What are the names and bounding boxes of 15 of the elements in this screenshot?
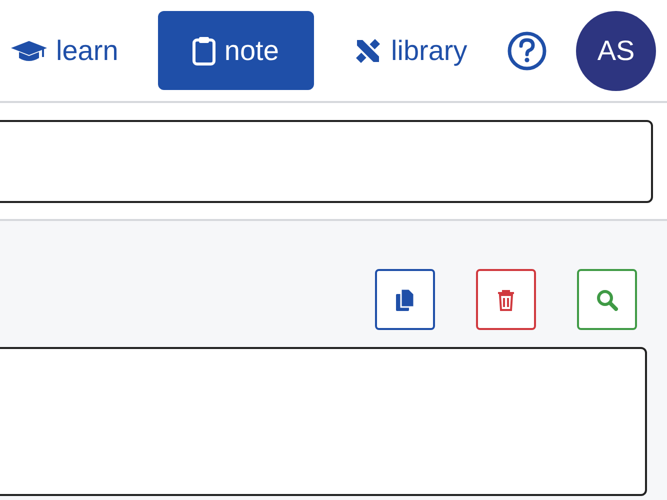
- user-avatar[interactable]: AS: [576, 10, 656, 90]
- copy-icon: [395, 288, 415, 312]
- text-area[interactable]: [0, 347, 647, 496]
- help-icon[interactable]: [506, 30, 547, 70]
- nav-tab[interactable]: library: [343, 11, 478, 90]
- trash-icon: [497, 288, 515, 310]
- search-icon: [596, 288, 618, 310]
- delete-button[interactable]: [476, 269, 536, 330]
- input-field[interactable]: [0, 120, 653, 203]
- copy-button[interactable]: [375, 269, 435, 330]
- nav-tab[interactable]: note: [158, 11, 314, 90]
- clipboard-icon: [192, 36, 216, 66]
- nav-tab[interactable]: learn: [0, 11, 128, 90]
- graduation-cap-icon: [10, 38, 48, 62]
- search-button[interactable]: [577, 269, 637, 330]
